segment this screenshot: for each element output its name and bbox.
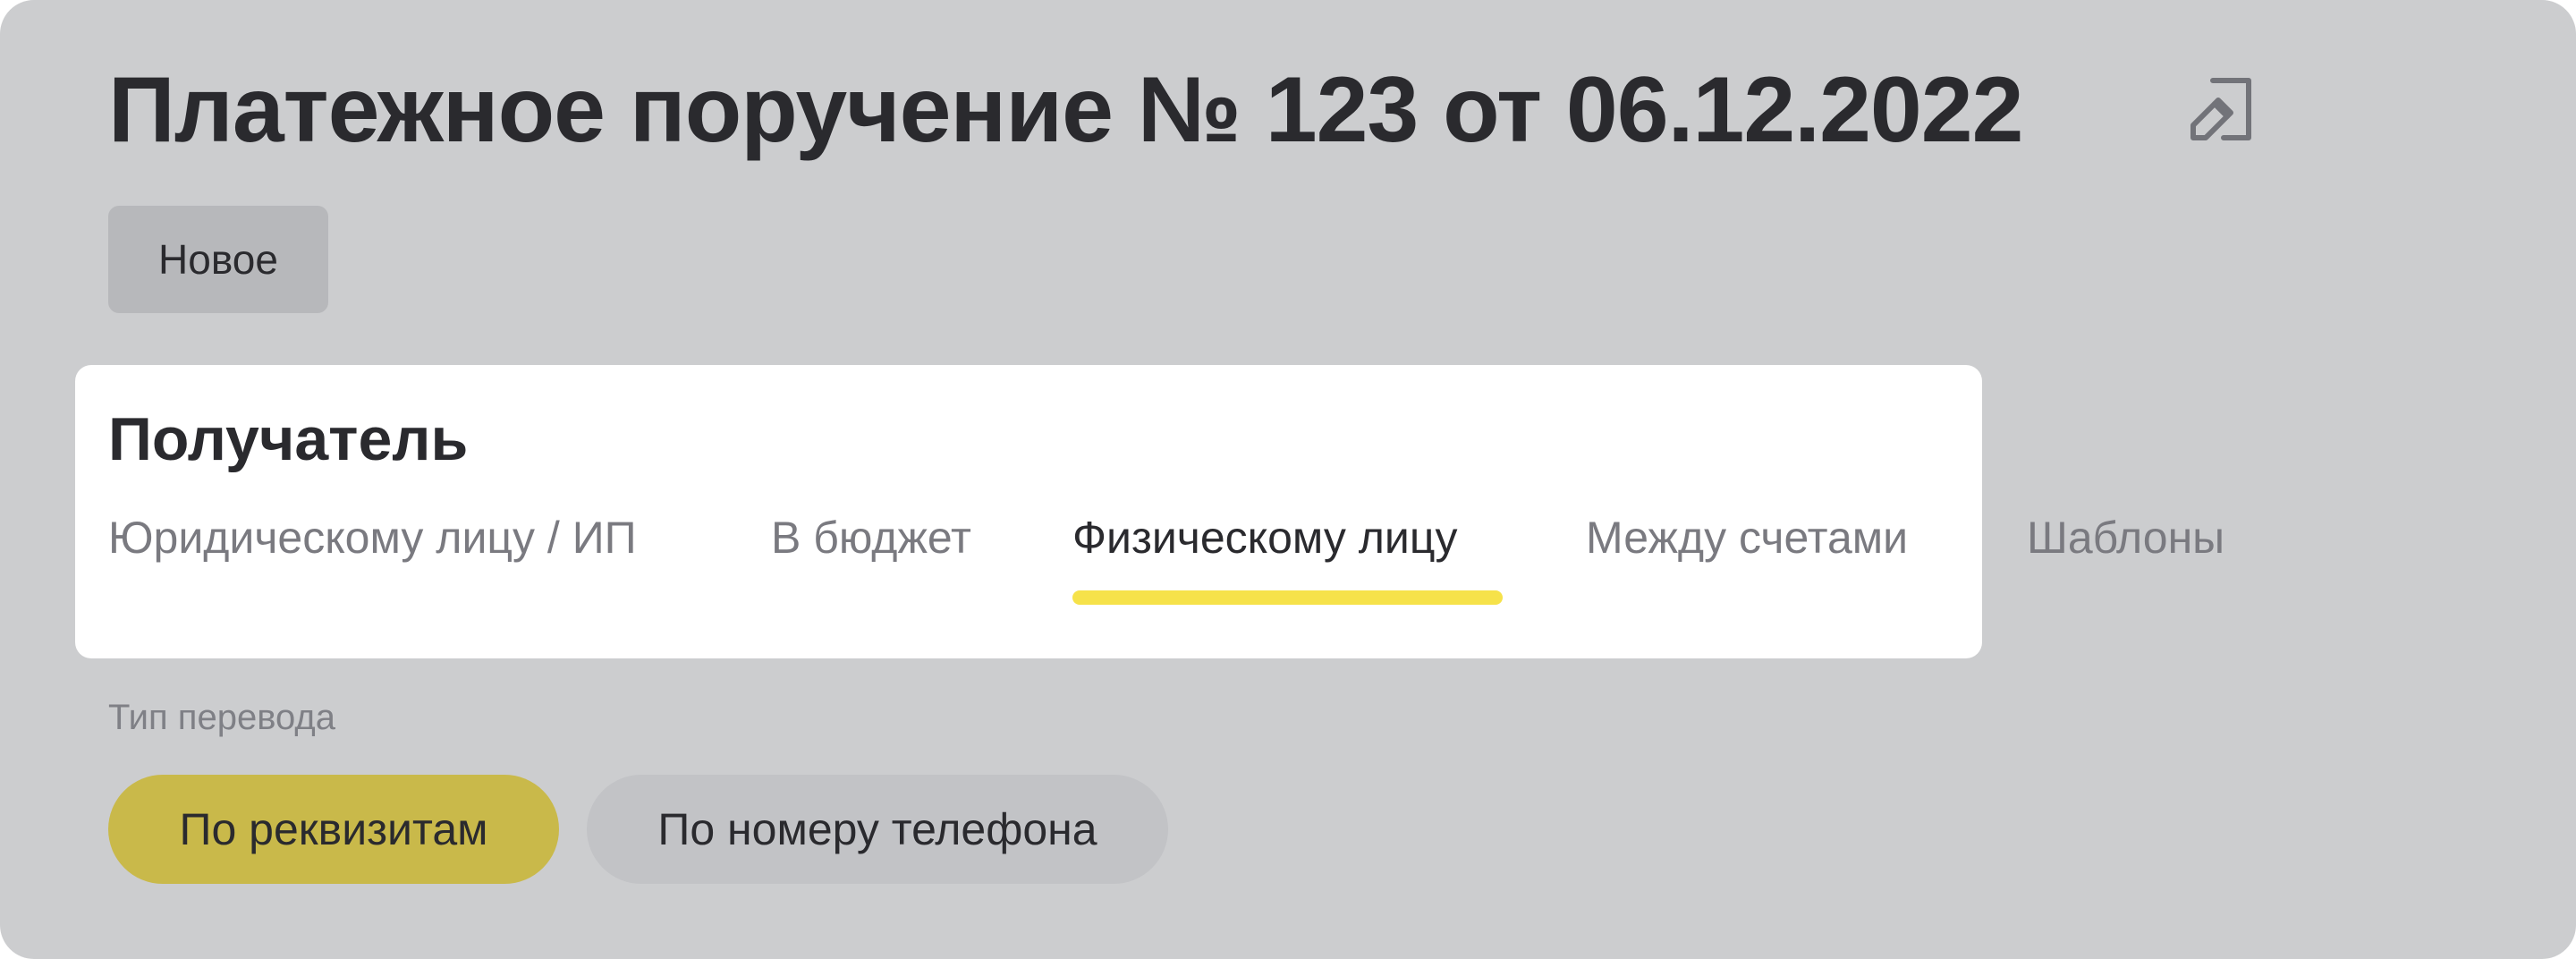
by-phone-label: По номеру телефона <box>657 804 1097 854</box>
tab-budget[interactable]: В бюджет <box>771 512 971 564</box>
by-phone-option[interactable]: По номеру телефона <box>587 775 1168 884</box>
by-details-label: По реквизитам <box>179 804 488 854</box>
tab-legal-entity[interactable]: Юридическому лицу / ИП <box>108 512 637 564</box>
title-row: Платежное поручение № 123 от 06.12.2022 <box>108 52 2023 168</box>
tab-between-accounts[interactable]: Между счетами <box>1586 512 1908 564</box>
transfer-type-label: Тип перевода <box>108 698 335 737</box>
tab-individual[interactable]: Физическому лицу <box>1072 512 1457 564</box>
recipient-title: Получатель <box>108 405 469 473</box>
status-badge-label: Новое <box>158 236 278 283</box>
edit-icon[interactable] <box>2182 72 2258 147</box>
status-badge: Новое <box>108 206 328 313</box>
active-tab-indicator <box>1072 590 1503 605</box>
tab-templates[interactable]: Шаблоны <box>2027 512 2224 564</box>
page-title: Платежное поручение № 123 от 06.12.2022 <box>108 57 2023 162</box>
by-details-option[interactable]: По реквизитам <box>108 775 559 884</box>
payment-order-panel: Платежное поручение № 123 от 06.12.2022 … <box>0 0 2576 959</box>
